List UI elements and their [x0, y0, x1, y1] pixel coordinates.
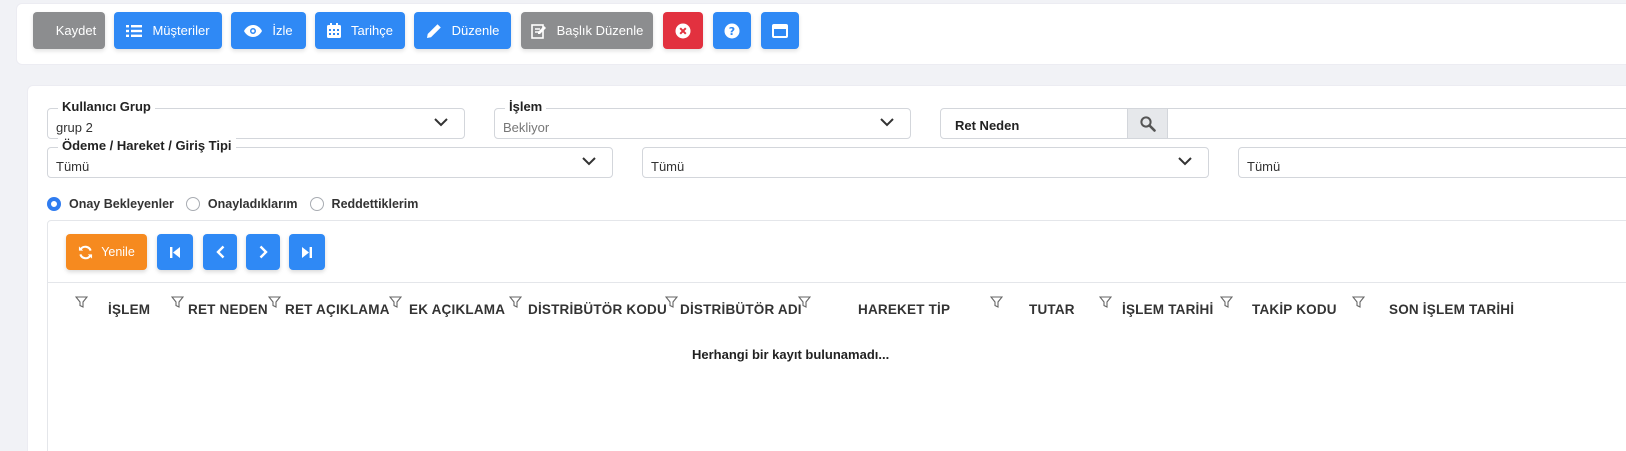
- window-button[interactable]: [761, 12, 799, 49]
- column-filter-icon[interactable]: [1352, 296, 1365, 308]
- radio-rejected[interactable]: Reddettiklerim: [309, 197, 418, 211]
- reject-reason-lookup[interactable]: Ret Neden: [940, 108, 1626, 139]
- watch-button[interactable]: İzle: [231, 12, 306, 49]
- column-filter-icon[interactable]: [665, 296, 678, 308]
- chevron-left-icon: [215, 245, 224, 259]
- svg-text:?: ?: [729, 25, 735, 38]
- column-header[interactable]: İŞLEM: [108, 302, 150, 317]
- column-header[interactable]: DİSTRİBÜTÖR ADI: [680, 302, 802, 317]
- payment-type-select[interactable]: Ödeme / Hareket / Giriş Tipi Tümü: [47, 138, 613, 178]
- column-filter-icon[interactable]: [509, 296, 522, 308]
- chevron-down-icon: [582, 157, 596, 166]
- column-header[interactable]: DİSTRİBÜTÖR KODU: [528, 302, 667, 317]
- eye-icon: [244, 24, 263, 37]
- question-circle-icon: ?: [724, 23, 740, 38]
- user-group-select[interactable]: Kullanıcı Grup grup 2: [47, 99, 465, 139]
- first-page-icon: [170, 246, 180, 258]
- help-button[interactable]: ?: [713, 12, 751, 49]
- column-filter-icon[interactable]: [1220, 296, 1233, 308]
- close-circle-icon: [675, 23, 691, 38]
- history-button[interactable]: Tarihçe: [315, 12, 405, 49]
- pencil-icon: [426, 23, 441, 38]
- radio-checked-icon[interactable]: [47, 197, 61, 211]
- chevron-right-icon: [259, 245, 268, 259]
- payment-type-value: Tümü: [56, 159, 90, 174]
- reject-reason-search-button[interactable]: [1127, 109, 1168, 138]
- last-page-icon: [302, 246, 312, 258]
- document-edit-icon: [530, 23, 546, 39]
- radio-unchecked-icon[interactable]: [185, 197, 200, 211]
- radio-pending[interactable]: Onay Bekleyenler: [47, 197, 174, 211]
- refresh-icon: [79, 245, 93, 259]
- column-filter-icon[interactable]: [798, 296, 811, 308]
- user-group-value: grup 2: [56, 120, 93, 135]
- column-header[interactable]: RET NEDEN: [188, 302, 268, 317]
- user-group-label: Kullanıcı Grup: [58, 99, 155, 115]
- calendar-icon: [327, 23, 342, 38]
- operation-value: Bekliyor: [503, 120, 550, 135]
- search-icon: [1139, 115, 1156, 132]
- type-select-3[interactable]: Tümü: [1238, 147, 1626, 178]
- column-header[interactable]: İŞLEM TARİHİ: [1122, 302, 1213, 317]
- column-header[interactable]: TAKİP KODU: [1252, 302, 1337, 317]
- type-select-2-value: Tümü: [651, 159, 685, 174]
- type-select-2[interactable]: Tümü: [642, 147, 1209, 178]
- customers-button[interactable]: Müşteriler: [114, 12, 222, 49]
- first-page-button[interactable]: [157, 234, 193, 270]
- column-filter-icon[interactable]: [171, 296, 184, 308]
- radio-approved[interactable]: Onayladıklarım: [185, 197, 298, 211]
- column-header[interactable]: EK AÇIKLAMA: [409, 302, 505, 317]
- operation-select[interactable]: İşlem Bekliyor: [494, 99, 911, 139]
- column-header[interactable]: SON İŞLEM TARİHİ: [1389, 302, 1514, 317]
- next-page-button[interactable]: [246, 234, 280, 270]
- type-select-3-value: Tümü: [1247, 159, 1281, 174]
- approval-filter-group: Onay Bekleyenler Onayladıklarım Reddetti…: [47, 197, 430, 211]
- column-filter-icon[interactable]: [389, 296, 402, 308]
- column-filter-icon[interactable]: [990, 296, 1003, 308]
- column-header[interactable]: RET AÇIKLAMA: [285, 302, 390, 317]
- window-icon: [772, 23, 788, 38]
- column-filter-icon[interactable]: [75, 296, 88, 308]
- save-button[interactable]: Kaydet: [33, 12, 105, 49]
- chevron-down-icon: [434, 118, 448, 127]
- list-icon: [126, 24, 143, 37]
- data-grid: Yenile: [47, 220, 1626, 451]
- last-page-button[interactable]: [289, 234, 325, 270]
- grid-toolbar: Yenile: [48, 221, 1626, 283]
- column-header[interactable]: HAREKET TİP: [858, 302, 950, 317]
- empty-message: Herhangi bir kayıt bulunamadı...: [692, 347, 890, 362]
- close-button[interactable]: [663, 12, 703, 49]
- reject-reason-label: Ret Neden: [955, 118, 1020, 133]
- edit-button[interactable]: Düzenle: [414, 12, 511, 49]
- chevron-down-icon: [880, 118, 894, 127]
- title-edit-button[interactable]: Başlık Düzenle: [521, 12, 653, 49]
- column-header[interactable]: TUTAR: [1029, 302, 1075, 317]
- operation-label: İşlem: [505, 99, 547, 115]
- column-filter-icon[interactable]: [1099, 296, 1112, 308]
- radio-unchecked-icon[interactable]: [309, 197, 324, 211]
- refresh-button[interactable]: Yenile: [66, 234, 147, 270]
- column-filter-icon[interactable]: [268, 296, 281, 308]
- payment-type-label: Ödeme / Hareket / Giriş Tipi: [58, 138, 236, 154]
- previous-page-button[interactable]: [203, 234, 237, 270]
- chevron-down-icon: [1178, 157, 1192, 166]
